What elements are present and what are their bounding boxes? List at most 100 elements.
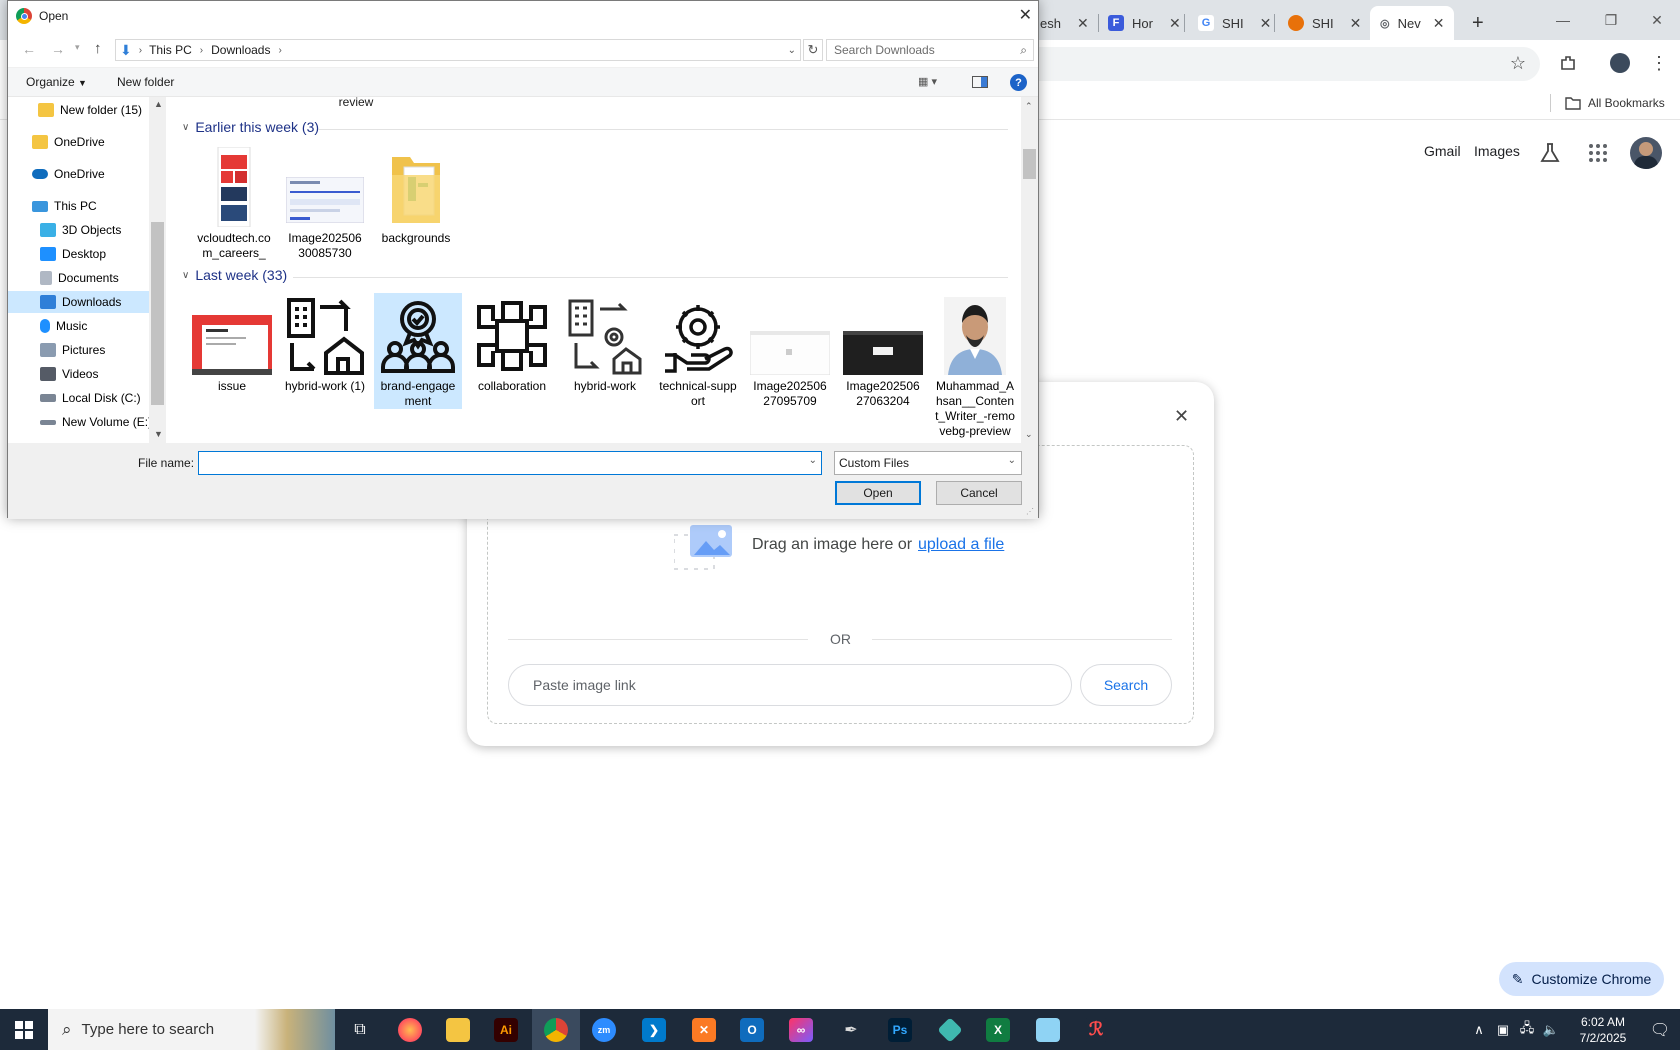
illustrator-icon[interactable]: Ai <box>482 1009 530 1050</box>
gmail-link[interactable]: Gmail <box>1424 143 1461 159</box>
creative-cloud-icon[interactable]: ∞ <box>777 1009 825 1050</box>
nav-item-videos[interactable]: Videos <box>8 363 158 385</box>
new-folder-button[interactable]: New folder <box>117 75 174 89</box>
network-icon[interactable]: 🖧 <box>1516 1009 1538 1050</box>
apps-grid-icon[interactable] <box>1588 143 1608 166</box>
back-arrow-icon[interactable]: ← <box>22 41 36 57</box>
menu-icon[interactable]: ⋮ <box>1645 49 1673 77</box>
nav-item-3d-objects[interactable]: 3D Objects <box>8 219 158 241</box>
nav-item-pictures[interactable]: Pictures <box>8 339 158 361</box>
nav-item-downloads[interactable]: Downloads <box>8 291 158 313</box>
tab-2[interactable]: F Hor ✕ <box>1098 6 1191 40</box>
file-explorer-icon[interactable] <box>434 1009 482 1050</box>
task-view-icon[interactable]: ⧉ <box>336 1009 384 1050</box>
pen-tool-icon[interactable]: ✒ <box>827 1009 875 1050</box>
cancel-button[interactable]: Cancel <box>936 481 1022 505</box>
tab-close-icon[interactable]: ✕ <box>1077 15 1089 32</box>
clock[interactable]: 6:02 AM 7/2/2025 <box>1566 1009 1640 1050</box>
file-muhammad-ahsan-preview[interactable]: Muhammad_Ahsan__Content_Writer_-removebg… <box>931 293 1019 439</box>
nav-item-onedrive-folder[interactable]: OneDrive <box>8 131 158 153</box>
scroll-up-icon[interactable]: ▲ <box>154 99 163 109</box>
file-image20250627063204[interactable]: Image20250627063204 <box>839 293 927 409</box>
account-avatar[interactable] <box>1630 137 1662 169</box>
tray-app-icon[interactable]: ▣ <box>1492 1009 1514 1050</box>
address-breadcrumb-bar[interactable]: ⬇ › This PC › Downloads › ⌄ <box>115 39 801 61</box>
profile-avatar[interactable] <box>1606 49 1634 77</box>
paste-image-link-input[interactable]: Paste image link <box>508 664 1072 706</box>
folder-backgrounds[interactable]: backgrounds <box>372 145 460 246</box>
partial-file-label[interactable]: review <box>312 97 400 109</box>
photoshop-icon[interactable]: Ps <box>876 1009 924 1050</box>
recent-dropdown-icon[interactable]: ▾ <box>75 42 80 53</box>
show-hidden-icons[interactable]: ∧ <box>1468 1009 1490 1050</box>
address-bar[interactable] <box>1000 47 1540 81</box>
labs-flask-icon[interactable] <box>1539 142 1561 167</box>
open-button[interactable]: Open <box>835 481 921 505</box>
app-red-icon[interactable]: ℛ <box>1072 1009 1120 1050</box>
chrome-taskbar-icon[interactable] <box>532 1009 580 1050</box>
start-button[interactable] <box>0 1009 48 1050</box>
scroll-down-icon[interactable]: ▼ <box>154 429 163 439</box>
chevron-down-icon[interactable]: ⌄ <box>809 455 817 466</box>
scroll-thumb[interactable] <box>1023 149 1036 179</box>
forward-arrow-icon[interactable]: → <box>51 41 65 57</box>
outlook-icon[interactable]: O <box>728 1009 776 1050</box>
chevron-down-icon[interactable]: ⌄ <box>788 45 796 56</box>
nav-item-desktop[interactable]: Desktop <box>8 243 158 265</box>
nav-item-local-disk-c[interactable]: Local Disk (C:) <box>8 387 158 409</box>
nav-scrollbar[interactable]: ▲ ▼ <box>149 97 166 443</box>
tab-active[interactable]: ◎ Nev ✕ <box>1370 6 1454 40</box>
tab-1[interactable]: esh ✕ <box>1030 6 1099 40</box>
excel-icon[interactable]: X <box>974 1009 1022 1050</box>
filetype-select[interactable]: Custom Files ⌄ <box>834 451 1022 475</box>
tab-close-icon[interactable]: ✕ <box>1260 15 1272 32</box>
close-window-icon[interactable]: ✕ <box>1634 8 1680 32</box>
file-technical-support[interactable]: technical-support <box>654 293 742 409</box>
nav-item-documents[interactable]: Documents <box>8 267 158 289</box>
vscode-icon[interactable]: ❯ <box>630 1009 678 1050</box>
minimize-icon[interactable]: — <box>1540 8 1586 32</box>
preview-pane-icon[interactable] <box>972 76 988 88</box>
tab-4[interactable]: SHI ✕ <box>1278 6 1371 40</box>
scroll-down-icon[interactable]: ⌄ <box>1025 429 1033 440</box>
volume-icon[interactable]: 🔈 <box>1540 1009 1562 1050</box>
file-collaboration[interactable]: collaboration <box>468 293 556 394</box>
group-header-earlier-this-week[interactable]: ∨ Earlier this week (3) <box>182 119 319 135</box>
scroll-up-icon[interactable]: ⌃ <box>1025 101 1033 112</box>
images-link[interactable]: Images <box>1474 143 1520 159</box>
file-image20250627095709[interactable]: Image20250627095709 <box>746 293 834 409</box>
organize-button[interactable]: Organize ▼ <box>26 75 87 89</box>
tab-close-icon[interactable]: ✕ <box>1169 15 1181 32</box>
tab-close-icon[interactable]: ✕ <box>1350 15 1362 32</box>
nav-item-new-folder-15[interactable]: New folder (15) <box>8 99 158 121</box>
help-icon[interactable]: ? <box>1010 74 1027 91</box>
xampp-icon[interactable]: ✕ <box>680 1009 728 1050</box>
file-brand-engagement[interactable]: brand-engagement <box>374 293 462 409</box>
extensions-icon[interactable] <box>1554 49 1582 77</box>
firefox-icon[interactable] <box>386 1009 434 1050</box>
file-hybrid-work-1[interactable]: hybrid-work (1) <box>281 293 369 394</box>
breadcrumb-this-pc[interactable]: This PC <box>149 43 192 57</box>
notepad-icon[interactable] <box>1024 1009 1072 1050</box>
file-vcloudtech-careers[interactable]: vcloudtech.com_careers_ <box>190 145 278 261</box>
scroll-thumb[interactable] <box>151 222 164 405</box>
search-button[interactable]: Search <box>1080 664 1172 706</box>
app-diamond-icon[interactable] <box>926 1009 974 1050</box>
restore-icon[interactable]: ❐ <box>1588 8 1634 32</box>
customize-chrome-button[interactable]: ✎ Customize Chrome <box>1499 962 1664 996</box>
nav-item-this-pc[interactable]: This PC <box>8 195 158 217</box>
notifications-icon[interactable]: 🗨 <box>1640 1009 1680 1050</box>
refresh-icon[interactable]: ↻ <box>803 39 823 61</box>
file-hybrid-work[interactable]: hybrid-work <box>561 293 649 394</box>
star-icon[interactable]: ☆ <box>1504 49 1532 77</box>
nav-item-music[interactable]: Music <box>8 315 158 337</box>
upload-file-link[interactable]: upload a file <box>918 536 1004 554</box>
up-arrow-icon[interactable]: ↑ <box>94 40 102 57</box>
nav-item-new-volume-e[interactable]: New Volume (E:) <box>8 411 158 433</box>
all-bookmarks-button[interactable]: All Bookmarks <box>1550 92 1665 114</box>
taskbar-search-box[interactable]: ⌕ Type here to search <box>48 1009 335 1050</box>
breadcrumb-downloads[interactable]: Downloads <box>211 43 270 57</box>
view-options-icon[interactable]: ▦ ▾ <box>918 75 937 88</box>
nav-item-onedrive-cloud[interactable]: OneDrive <box>8 163 158 185</box>
content-scrollbar[interactable]: ⌃ ⌄ <box>1021 97 1038 443</box>
